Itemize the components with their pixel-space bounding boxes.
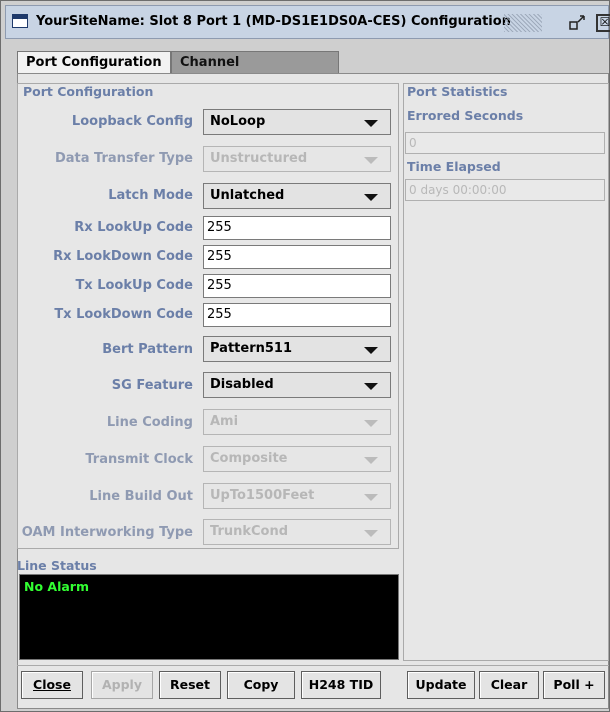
oam-interworking-type-select: TrunkCond xyxy=(203,519,391,545)
latch-mode-value: Unlatched xyxy=(210,188,285,203)
loopback-config-select[interactable]: NoLoop xyxy=(203,109,391,135)
sg-feature-label: SG Feature xyxy=(111,378,193,393)
rx-lookup-code-label: Rx LookUp Code xyxy=(74,220,193,235)
oam-interworking-type-value: TrunkCond xyxy=(210,524,289,539)
tx-lookup-code-input[interactable]: 255 xyxy=(203,274,391,298)
restore-icon[interactable] xyxy=(568,14,588,32)
tx-lookdown-code-input[interactable]: 255 xyxy=(203,303,391,327)
line-coding-select: Ami xyxy=(203,409,391,435)
transmit-clock-value: Composite xyxy=(210,451,288,466)
update-button[interactable]: Update xyxy=(407,671,475,699)
window-title: YourSiteName: Slot 8 Port 1 (MD-DS1E1DS0… xyxy=(36,14,511,29)
clear-button[interactable]: Clear xyxy=(479,671,539,699)
chevron-down-icon xyxy=(364,194,378,201)
chevron-down-icon xyxy=(364,383,378,390)
rx-lookup-code-input[interactable]: 255 xyxy=(203,216,391,240)
chevron-down-icon xyxy=(364,530,378,537)
errored-seconds-field: 0 xyxy=(405,132,605,154)
latch-mode-select[interactable]: Unlatched xyxy=(203,183,391,209)
chevron-down-icon xyxy=(364,494,378,501)
transmit-clock-label: Transmit Clock xyxy=(85,452,193,467)
copy-button[interactable]: Copy xyxy=(227,671,295,699)
title-grip xyxy=(504,14,542,32)
port-statistics-heading: Port Statistics xyxy=(407,84,508,99)
port-configuration-heading: Port Configuration xyxy=(23,84,154,99)
title-bar[interactable]: YourSiteName: Slot 8 Port 1 (MD-DS1E1DS0… xyxy=(5,5,610,39)
line-status-heading: Line Status xyxy=(17,558,97,573)
time-elapsed-label: Time Elapsed xyxy=(407,159,501,174)
tab-port-configuration[interactable]: Port Configuration xyxy=(17,51,171,73)
poll-button[interactable]: Poll + xyxy=(543,671,605,699)
chevron-down-icon xyxy=(364,157,378,164)
loopback-config-label: Loopback Config xyxy=(71,114,193,129)
oam-interworking-type-label: OAM Interworking Type xyxy=(21,525,193,540)
bert-pattern-select[interactable]: Pattern511 xyxy=(203,336,391,362)
latch-mode-label: Latch Mode xyxy=(108,188,193,203)
close-button[interactable]: Close xyxy=(21,671,83,699)
h248-tid-button[interactable]: H248 TID xyxy=(301,671,381,699)
rx-lookdown-code-input[interactable]: 255 xyxy=(203,245,391,269)
data-transfer-type-label: Data Transfer Type xyxy=(54,151,193,166)
line-status-display: No Alarm xyxy=(19,574,399,660)
close-icon[interactable]: ☒ xyxy=(596,14,610,32)
rx-lookdown-code-label: Rx LookDown Code xyxy=(53,249,193,264)
apply-button[interactable]: Apply xyxy=(91,671,153,699)
chevron-down-icon xyxy=(364,347,378,354)
tab-channel-configuration[interactable]: Channel Configuration xyxy=(171,51,339,92)
transmit-clock-select: Composite xyxy=(203,446,391,472)
sg-feature-select[interactable]: Disabled xyxy=(203,372,391,398)
line-build-out-select: UpTo1500Feet xyxy=(203,483,391,509)
config-window: YourSiteName: Slot 8 Port 1 (MD-DS1E1DS0… xyxy=(0,0,610,712)
reset-button[interactable]: Reset xyxy=(159,671,221,699)
bert-pattern-label: Bert Pattern xyxy=(102,342,193,357)
window-icon xyxy=(12,14,28,28)
tx-lookdown-code-label: Tx LookDown Code xyxy=(54,307,193,322)
data-transfer-type-select: Unstructured xyxy=(203,146,391,172)
time-elapsed-field: 0 days 00:00:00 xyxy=(405,179,605,201)
line-coding-label: Line Coding xyxy=(106,415,193,430)
sg-feature-value: Disabled xyxy=(210,377,274,392)
line-build-out-value: UpTo1500Feet xyxy=(210,488,315,503)
loopback-config-value: NoLoop xyxy=(210,114,266,129)
errored-seconds-label: Errored Seconds xyxy=(407,108,524,123)
close-button-label: Close xyxy=(33,677,71,692)
chevron-down-icon xyxy=(364,457,378,464)
line-build-out-label: Line Build Out xyxy=(89,489,193,504)
data-transfer-type-value: Unstructured xyxy=(210,151,308,166)
alarm-status-text: No Alarm xyxy=(24,579,89,594)
tx-lookup-code-label: Tx LookUp Code xyxy=(75,278,193,293)
line-coding-value: Ami xyxy=(210,414,239,429)
chevron-down-icon xyxy=(364,120,378,127)
bert-pattern-value: Pattern511 xyxy=(210,341,292,356)
chevron-down-icon xyxy=(364,420,378,427)
